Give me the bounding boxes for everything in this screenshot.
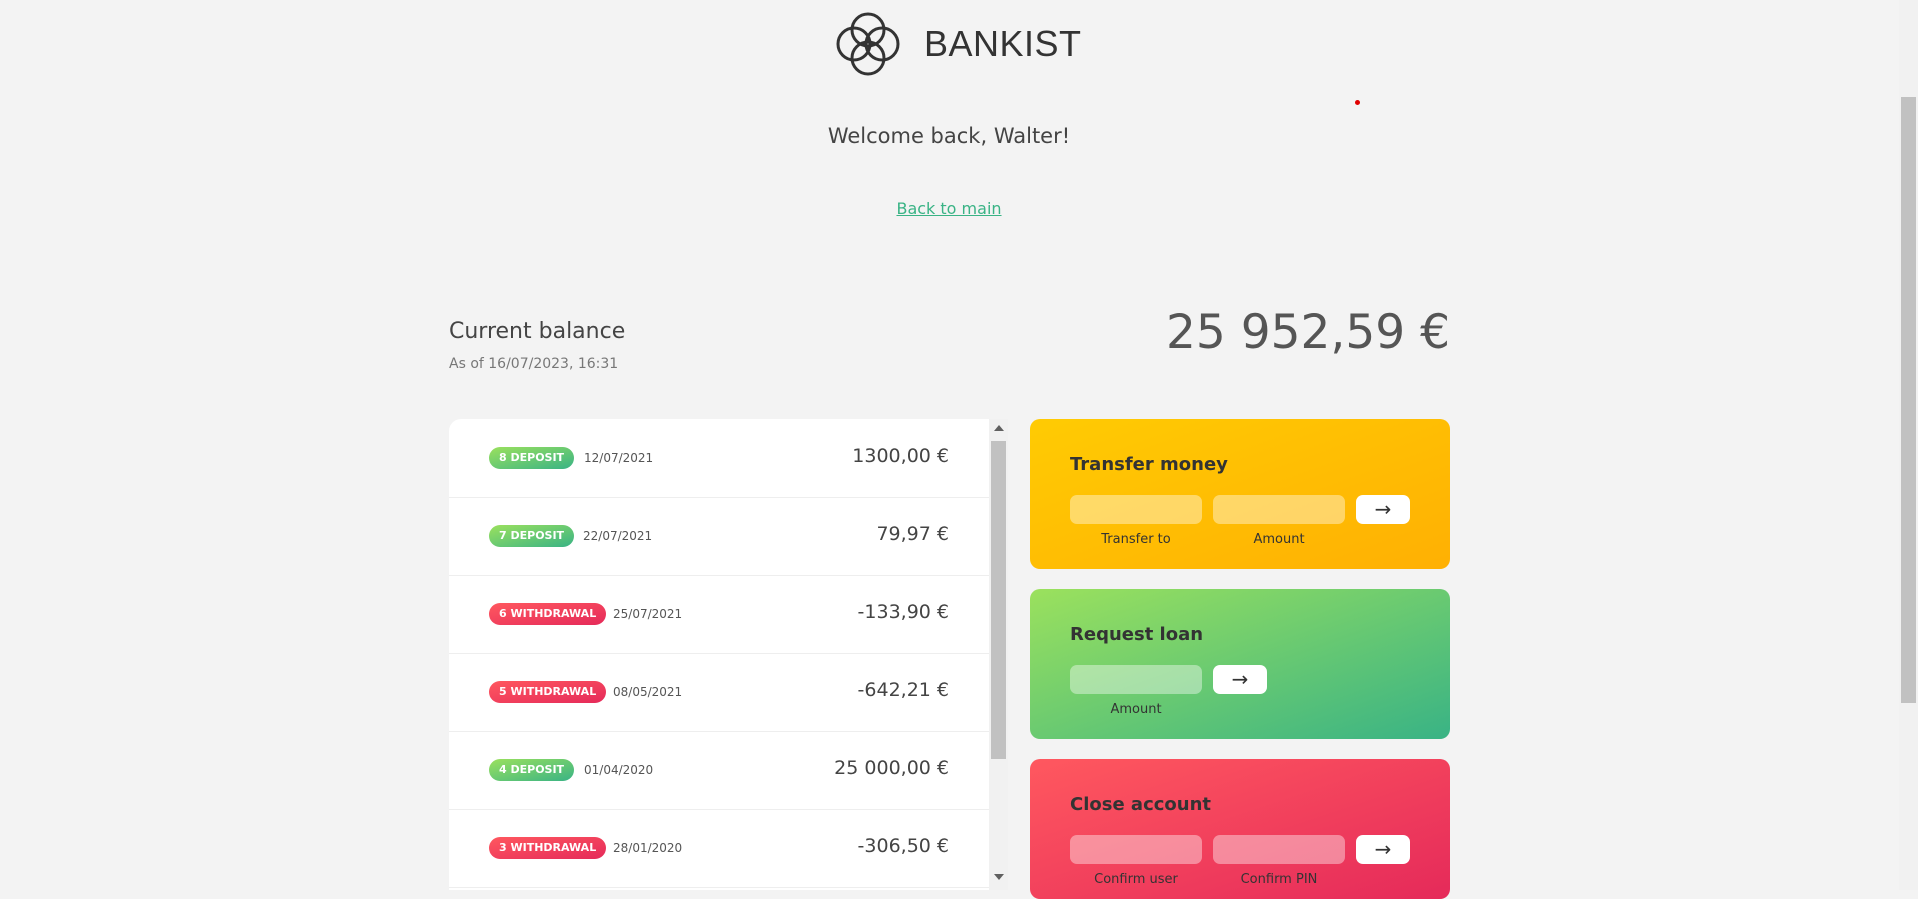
- movement-date: 08/05/2021: [613, 685, 683, 699]
- confirm-user-input[interactable]: [1070, 835, 1202, 864]
- close-account-panel: Close account → Confirm user Confirm PIN: [1030, 759, 1450, 899]
- movement-date: 01/04/2020: [584, 763, 654, 777]
- close-submit-button[interactable]: →: [1356, 835, 1410, 864]
- back-to-main-link[interactable]: Back to main: [0, 199, 1898, 218]
- scroll-up-icon[interactable]: [994, 425, 1004, 431]
- movement-row: 5 WITHDRAWAL 08/05/2021 -642,21 €: [449, 653, 989, 732]
- movement-row: 3 WITHDRAWAL 28/01/2020 -306,50 €: [449, 809, 989, 888]
- movement-date: 12/07/2021: [584, 451, 654, 465]
- movement-value: 79,97 €: [876, 523, 949, 545]
- brand-name: BANKIST: [924, 23, 1082, 64]
- loan-amount-label: Amount: [1110, 702, 1162, 717]
- movement-value: -133,90 €: [857, 601, 949, 623]
- loan-title: Request loan: [1070, 624, 1204, 645]
- movement-row: 7 DEPOSIT 22/07/2021 79,97 €: [449, 497, 989, 576]
- confirm-pin-label: Confirm PIN: [1240, 872, 1318, 887]
- transfer-money-panel: Transfer money → Transfer to Amount: [1030, 419, 1450, 569]
- movement-type-badge: 8 DEPOSIT: [489, 447, 575, 469]
- movement-date: 25/07/2021: [613, 607, 683, 621]
- movements-list[interactable]: 8 DEPOSIT 12/07/2021 1300,00 € 7 DEPOSIT…: [449, 419, 989, 890]
- movement-value: -642,21 €: [857, 679, 949, 701]
- transfer-to-label: Transfer to: [1101, 532, 1171, 547]
- transfer-submit-button[interactable]: →: [1356, 495, 1410, 524]
- transfer-amount-input[interactable]: [1213, 495, 1345, 524]
- movement-type-badge: 4 DEPOSIT: [489, 759, 575, 781]
- movement-type-badge: 6 WITHDRAWAL: [489, 603, 607, 625]
- current-balance-label: Current balance: [449, 319, 626, 344]
- movement-row: 8 DEPOSIT 12/07/2021 1300,00 €: [449, 419, 989, 498]
- movement-type-badge: 3 WITHDRAWAL: [489, 837, 607, 859]
- balance-date: As of 16/07/2023, 16:31: [449, 356, 619, 372]
- balance-value: 25 952,59 €: [1165, 305, 1450, 360]
- movement-row: 6 WITHDRAWAL 25/07/2021 -133,90 €: [449, 575, 989, 654]
- movements-scrollbar-thumb[interactable]: [991, 441, 1006, 759]
- loan-amount-input[interactable]: [1070, 665, 1202, 694]
- transfer-title: Transfer money: [1070, 454, 1228, 475]
- loan-submit-button[interactable]: →: [1213, 665, 1267, 694]
- transfer-amount-label: Amount: [1253, 532, 1305, 547]
- movement-row: 4 DEPOSIT 01/04/2020 25 000,00 €: [449, 731, 989, 810]
- movement-value: 25 000,00 €: [834, 757, 949, 779]
- movement-type-badge: 7 DEPOSIT: [489, 525, 575, 547]
- request-loan-panel: Request loan → Amount: [1030, 589, 1450, 739]
- confirm-user-label: Confirm user: [1094, 872, 1178, 887]
- transfer-to-input[interactable]: [1070, 495, 1202, 524]
- movement-date: 28/01/2020: [613, 841, 683, 855]
- welcome-message: Welcome back, Walter!: [827, 124, 1071, 148]
- movement-date: 22/07/2021: [583, 529, 653, 543]
- bankist-logo-icon: [836, 12, 900, 76]
- movement-value: 1300,00 €: [852, 445, 949, 467]
- movement-type-badge: 5 WITHDRAWAL: [489, 681, 607, 703]
- confirm-pin-input[interactable]: [1213, 835, 1345, 864]
- indicator-dot: [1355, 100, 1360, 105]
- movement-value: -306,50 €: [857, 835, 949, 857]
- page-scrollbar-thumb[interactable]: [1901, 97, 1916, 703]
- close-title: Close account: [1070, 794, 1212, 815]
- scroll-down-icon[interactable]: [994, 874, 1004, 880]
